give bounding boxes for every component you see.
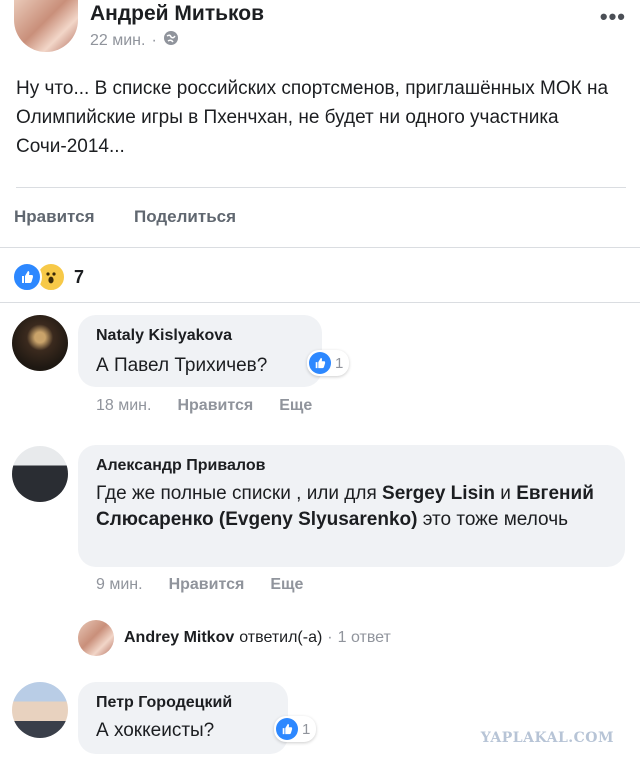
post-author-avatar[interactable] bbox=[14, 0, 78, 52]
like-icon bbox=[276, 718, 298, 740]
comment-text: А хоккеисты? bbox=[96, 720, 215, 741]
comment-bubble: Петр Городецкий А хоккеисты? bbox=[78, 682, 288, 754]
divider bbox=[16, 187, 626, 188]
comment-time[interactable]: 9 мин. bbox=[96, 576, 143, 594]
post-text: Ну что... В списке российских спортсмено… bbox=[16, 78, 609, 157]
post-author-name[interactable]: Андрей Митьков bbox=[90, 2, 264, 26]
reply-author[interactable]: Andrey Mitkov bbox=[124, 629, 234, 647]
watermark: YAPLAKAL.COM bbox=[480, 730, 614, 746]
comment-actions: 18 мин. Нравится Еще bbox=[96, 397, 312, 415]
comment-author[interactable]: Петр Городецкий bbox=[96, 694, 232, 712]
post-share-button[interactable]: Поделиться bbox=[134, 207, 236, 227]
post-time[interactable]: 22 мин. bbox=[90, 32, 145, 50]
globe-icon bbox=[163, 30, 179, 51]
comment-more-button[interactable]: Еще bbox=[270, 576, 303, 594]
comment-more-button[interactable]: Еще bbox=[279, 397, 312, 415]
comment-like-count: 1 bbox=[302, 720, 311, 738]
divider bbox=[0, 247, 640, 248]
comment-like-count: 1 bbox=[335, 354, 344, 372]
commenter-avatar[interactable] bbox=[12, 682, 68, 738]
more-options-icon[interactable]: ••• bbox=[600, 4, 626, 30]
like-icon bbox=[309, 352, 331, 374]
comment-like-button[interactable]: Нравится bbox=[177, 397, 253, 415]
reaction-summary[interactable]: 7 bbox=[12, 262, 84, 292]
comment-time[interactable]: 18 мин. bbox=[96, 397, 151, 415]
comment-bubble: Nataly Kislyakova А Павел Трихичев? bbox=[78, 315, 322, 387]
comment-text: Где же полные списки , или для Sergey Li… bbox=[96, 481, 611, 533]
comment-bubble: Александр Привалов Где же полные списки … bbox=[78, 445, 625, 567]
comment-text-part: и bbox=[495, 483, 517, 504]
reply-separator: · bbox=[327, 629, 333, 646]
commenter-avatar[interactable] bbox=[12, 315, 68, 371]
like-icon bbox=[12, 262, 42, 292]
comment-text: А Павел Трихичев? bbox=[96, 355, 268, 376]
divider bbox=[0, 302, 640, 303]
reply-summary[interactable]: Andrey Mitkov ответил(-а) · 1 ответ bbox=[124, 629, 391, 647]
post-meta: 22 мин. · bbox=[90, 30, 179, 51]
comment-author[interactable]: Nataly Kislyakova bbox=[96, 327, 232, 345]
comment-like-button[interactable]: Нравится bbox=[169, 576, 245, 594]
comment-actions: 9 мин. Нравится Еще bbox=[96, 576, 303, 594]
reaction-count: 7 bbox=[74, 266, 85, 287]
comment-author[interactable]: Александр Привалов bbox=[96, 457, 265, 475]
comment-like-badge[interactable]: 1 bbox=[274, 716, 317, 742]
meta-separator: · bbox=[151, 31, 157, 49]
comment-text-part: это тоже мелочь bbox=[417, 509, 568, 530]
reply-author-avatar[interactable] bbox=[78, 620, 114, 656]
post-like-button[interactable]: Нравится bbox=[14, 207, 95, 227]
comment-text-part: Где же полные списки , или для bbox=[96, 483, 383, 504]
mention-link[interactable]: Sergey Lisin bbox=[382, 483, 495, 504]
comment-like-badge[interactable]: 1 bbox=[307, 350, 350, 376]
reply-action: ответил(-а) bbox=[239, 629, 323, 646]
reply-count[interactable]: 1 ответ bbox=[338, 629, 391, 647]
commenter-avatar[interactable] bbox=[12, 446, 68, 502]
